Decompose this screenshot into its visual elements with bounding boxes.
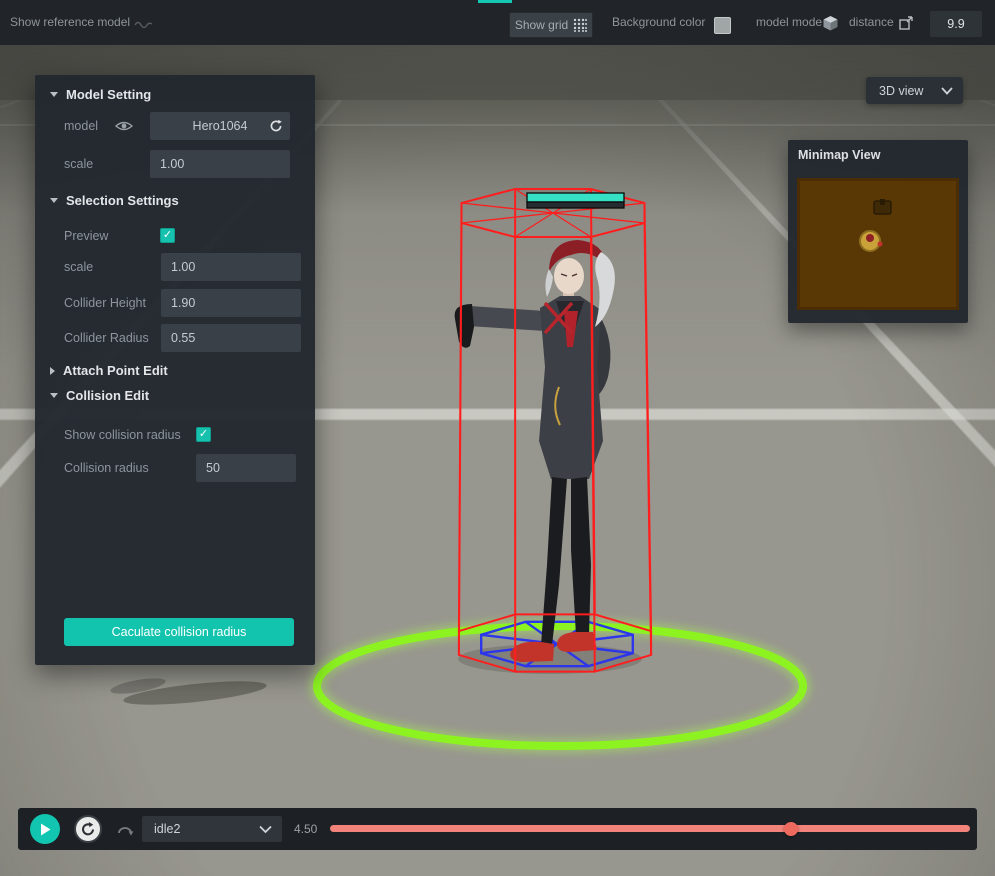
scale-label: scale xyxy=(64,157,94,171)
caret-down-icon xyxy=(50,92,58,97)
loop-toggle-button[interactable] xyxy=(115,821,135,837)
preview-checkbox[interactable] xyxy=(160,228,175,243)
minimap-title: Minimap View xyxy=(798,148,881,162)
refresh-model-icon[interactable] xyxy=(269,119,283,133)
collider-radius-label: Collider Radius xyxy=(64,331,149,345)
view-mode-dropdown[interactable]: 3D view xyxy=(866,77,963,104)
play-button[interactable] xyxy=(30,814,60,844)
caret-down-icon xyxy=(50,393,58,398)
show-grid-label: Show grid xyxy=(514,18,569,32)
chevron-down-icon xyxy=(941,86,953,95)
animation-name: idle2 xyxy=(154,822,181,836)
model-mode-cube-icon[interactable] xyxy=(822,15,839,31)
section-model-setting[interactable]: Model Setting xyxy=(50,87,151,102)
selection-scale-input[interactable] xyxy=(161,253,301,281)
chevron-down-icon xyxy=(259,825,272,833)
health-bar xyxy=(526,192,625,209)
preview-label: Preview xyxy=(64,229,109,243)
caret-right-icon xyxy=(50,366,55,375)
calculate-collision-radius-button[interactable]: Caculate collision radius xyxy=(64,618,294,646)
show-collision-radius-checkbox[interactable] xyxy=(196,427,211,442)
attach-point-header: Attach Point Edit xyxy=(63,363,168,378)
distance-value: 9.9 xyxy=(947,17,965,31)
distance-value-input[interactable]: 9.9 xyxy=(930,11,982,37)
play-icon xyxy=(40,823,50,835)
view-mode-label: 3D view xyxy=(879,83,924,98)
model-mode-label: model mode xyxy=(756,15,823,29)
show-collision-radius-label: Show collision radius xyxy=(64,428,181,442)
timeline-track[interactable] xyxy=(330,825,970,832)
distance-label: distance xyxy=(849,15,894,29)
playback-bar: idle2 4.50 xyxy=(18,808,977,850)
minimap-image xyxy=(797,178,959,310)
collision-radius-label: Collision radius xyxy=(64,461,149,475)
minimap-markers xyxy=(797,178,959,310)
collider-height-label: Collider Height xyxy=(64,296,146,310)
collision-radius-input[interactable] xyxy=(196,454,296,482)
reference-model-icon xyxy=(134,21,153,28)
restart-icon xyxy=(82,822,94,836)
show-reference-model-toggle[interactable]: Show reference model xyxy=(10,0,130,45)
top-toolbar: Show reference model Show grid Backgroun… xyxy=(0,0,995,45)
section-attach-point-edit[interactable]: Attach Point Edit xyxy=(50,363,168,378)
collision-edit-header: Collision Edit xyxy=(66,388,150,403)
model-settings-panel: Model Setting model Hero1064 scale Selec… xyxy=(35,75,315,665)
loop-icon xyxy=(118,827,134,836)
background-color-swatch[interactable] xyxy=(714,17,731,34)
model-label: model xyxy=(64,119,99,133)
timeline-slider[interactable] xyxy=(330,822,970,836)
scale-input[interactable] xyxy=(150,150,290,178)
collider-height-input[interactable] xyxy=(161,289,301,317)
selection-settings-header: Selection Settings xyxy=(66,193,179,208)
minimap-panel: Minimap View xyxy=(788,140,968,323)
caret-down-icon xyxy=(50,198,58,203)
model-name-input[interactable]: Hero1064 xyxy=(150,112,290,140)
section-collision-edit[interactable]: Collision Edit xyxy=(50,388,149,403)
distance-icon xyxy=(899,16,913,30)
playback-time: 4.50 xyxy=(294,822,318,836)
grid-dots-icon xyxy=(573,18,588,32)
animation-dropdown[interactable]: idle2 xyxy=(142,816,282,842)
background-color-label: Background color xyxy=(612,15,706,29)
collider-radius-input[interactable] xyxy=(161,324,301,352)
model-visibility-eye-icon[interactable] xyxy=(115,120,133,132)
model-setting-header: Model Setting xyxy=(66,87,152,102)
model-name-value: Hero1064 xyxy=(192,119,248,133)
show-grid-button[interactable]: Show grid xyxy=(509,12,593,38)
restart-button[interactable] xyxy=(74,815,102,843)
active-tab-indicator xyxy=(478,0,512,3)
minimap-chest-icon xyxy=(873,199,892,215)
section-selection-settings[interactable]: Selection Settings xyxy=(50,193,179,208)
selection-scale-label: scale xyxy=(64,260,94,274)
playback-slider-handle[interactable] xyxy=(783,822,798,836)
